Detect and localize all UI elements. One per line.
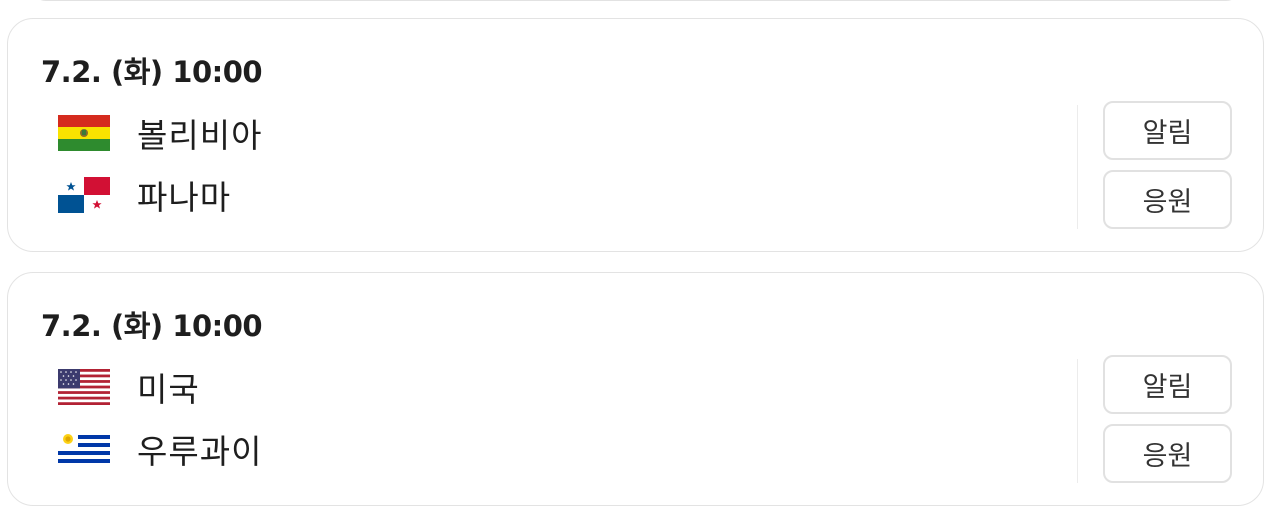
- match-card: 7.2. (화) 10:00 미국 우루과이 알림 응원: [7, 272, 1264, 506]
- team-name: 파나마: [137, 178, 232, 217]
- team-row-away: 파나마: [58, 177, 231, 217]
- usa-flag-icon: [58, 369, 110, 405]
- alert-button[interactable]: 알림: [1103, 101, 1232, 160]
- cheer-button[interactable]: 응원: [1103, 424, 1232, 483]
- match-datetime: 7.2. (화) 10:00: [41, 55, 263, 89]
- team-name: 우루과이: [137, 432, 263, 471]
- bolivia-flag-icon: [58, 115, 110, 151]
- team-name: 볼리비아: [137, 116, 263, 155]
- team-row-away: 우루과이: [58, 431, 262, 471]
- divider: [1077, 359, 1078, 483]
- uruguay-flag-icon: [58, 431, 110, 467]
- panama-flag-icon: [58, 177, 110, 213]
- previous-match-card-edge: [30, 0, 1242, 1]
- cheer-button[interactable]: 응원: [1103, 170, 1232, 229]
- match-datetime: 7.2. (화) 10:00: [41, 309, 263, 343]
- team-row-home: 미국: [58, 369, 200, 409]
- match-card: 7.2. (화) 10:00 볼리비아 파나마 알림 응원: [7, 18, 1264, 252]
- divider: [1077, 105, 1078, 229]
- alert-button[interactable]: 알림: [1103, 355, 1232, 414]
- team-name: 미국: [137, 370, 200, 409]
- team-row-home: 볼리비아: [58, 115, 262, 155]
